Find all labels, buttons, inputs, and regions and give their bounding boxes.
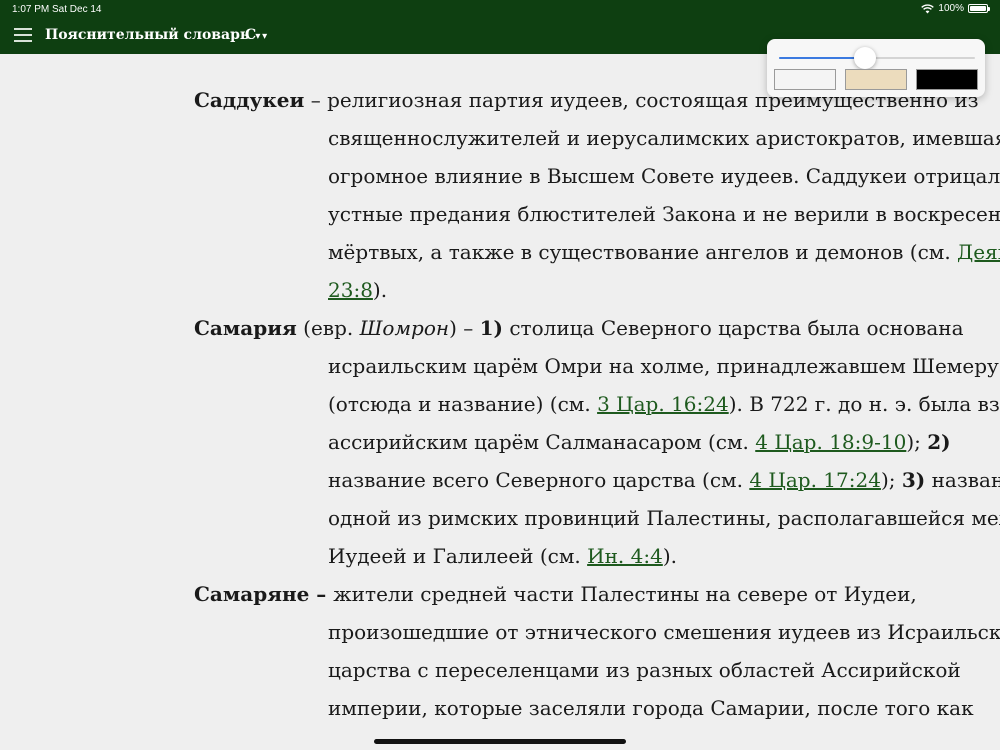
dictionary-title: Пояснительный словарь xyxy=(45,27,250,43)
hamburger-menu-icon[interactable] xyxy=(14,28,32,42)
sense-number: 2) xyxy=(927,430,951,454)
entry-separator: – xyxy=(309,582,334,606)
wifi-icon xyxy=(921,3,935,13)
sense-number: 1) xyxy=(479,316,503,340)
dictionary-selector[interactable]: Пояснительный словарь ▾ xyxy=(45,27,260,43)
battery-percent: 100% xyxy=(938,3,964,14)
entry-text: жители средней части Палестины на севере… xyxy=(328,582,1000,720)
entry-saddukei: Саддукеи – религиозная партия иудеев, со… xyxy=(97,81,1000,309)
entry-text: название всего Северного царства (см. xyxy=(328,468,750,492)
entry-text: религиозная партия иудеев, состоящая пре… xyxy=(327,88,1000,264)
entry-text: ); xyxy=(880,468,902,492)
hebrew-name: Шомрон xyxy=(359,316,450,340)
entry-term: Самария xyxy=(194,316,297,340)
scripture-link[interactable]: Ин. 4:4 xyxy=(587,544,663,568)
scripture-link[interactable]: 4 Цар. 17:24 xyxy=(749,468,881,492)
letter-label: С xyxy=(245,27,257,43)
entry-text: ) – xyxy=(449,316,480,340)
status-time: 1:07 PM xyxy=(12,4,50,15)
status-right: 100% xyxy=(921,3,990,14)
dictionary-content[interactable]: Саддукеи – религиозная партия иудеев, со… xyxy=(0,54,1000,750)
entry-samaryane: Самаряне – жители средней части Палестин… xyxy=(97,575,1000,727)
letter-selector[interactable]: С ▾ xyxy=(245,27,267,43)
sense-number: 3) xyxy=(901,468,926,492)
entry-text: (евр. xyxy=(296,316,360,340)
display-settings-popover xyxy=(767,39,985,97)
scripture-link[interactable]: 3 Цар. 16:24 xyxy=(597,392,729,416)
brightness-slider-fill xyxy=(779,57,866,59)
home-indicator[interactable] xyxy=(374,739,626,744)
brightness-slider-thumb[interactable] xyxy=(854,47,877,69)
entry-separator: – xyxy=(304,88,328,112)
status-bar: 1:07 PM Sat Dec 14 100% xyxy=(0,0,1000,18)
entry-term: Саддукеи xyxy=(194,88,305,112)
battery-icon xyxy=(968,4,990,13)
status-date: Sat Dec 14 xyxy=(52,4,102,15)
entry-text: ). xyxy=(662,544,677,568)
theme-black-button[interactable] xyxy=(916,69,978,90)
entry-term: Самаряне xyxy=(194,582,310,606)
theme-white-button[interactable] xyxy=(774,69,836,90)
entry-text: ); xyxy=(906,430,928,454)
theme-sepia-button[interactable] xyxy=(845,69,907,90)
entry-samaria: Самария (евр. Шомрон) – 1) столица Север… xyxy=(97,309,1000,575)
chevron-down-icon: ▾ xyxy=(262,31,268,42)
entry-text: ). xyxy=(372,278,388,302)
brightness-slider[interactable] xyxy=(779,47,975,69)
scripture-link[interactable]: 4 Цар. 18:9-10 xyxy=(755,430,906,454)
